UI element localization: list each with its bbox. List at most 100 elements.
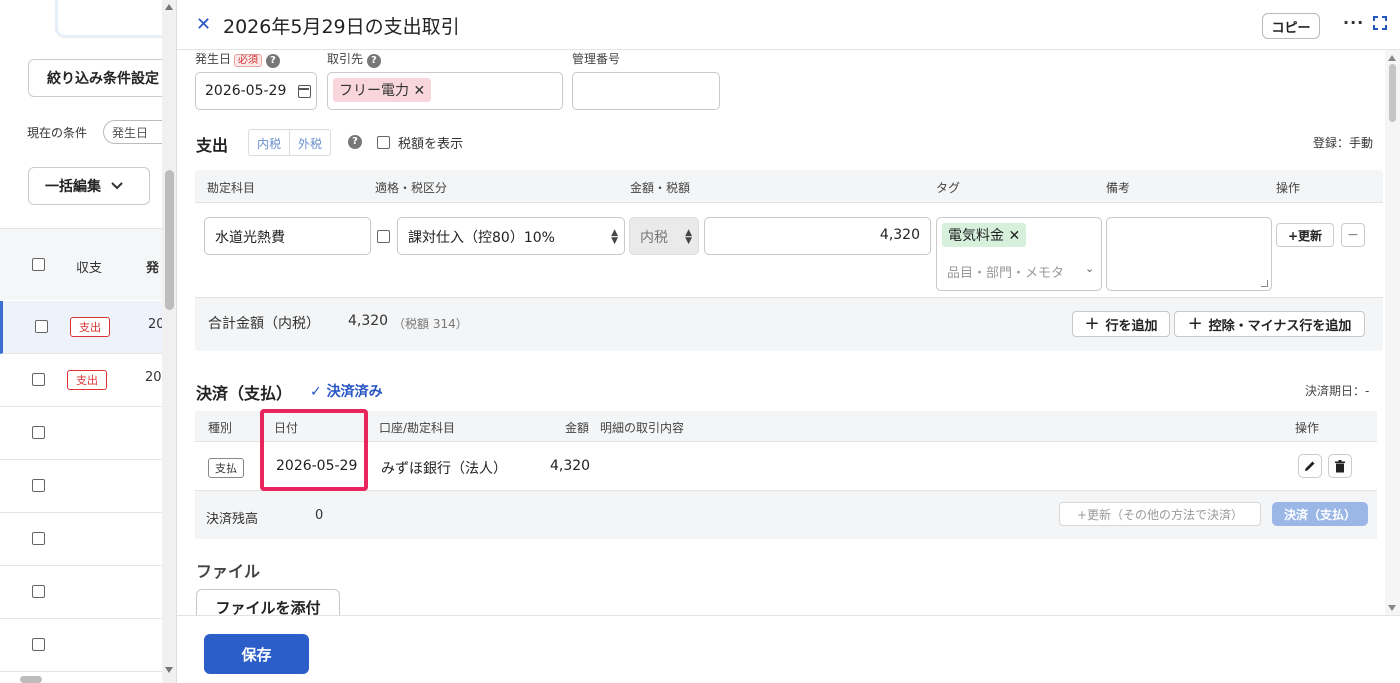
settlement-amount: 4,320	[550, 458, 591, 474]
column-amount: 金額・税額	[630, 181, 691, 195]
required-badge: 必須	[234, 54, 263, 67]
column-tag: タグ	[936, 181, 961, 195]
settled-status: ✓ 決済済み	[310, 381, 383, 401]
add-deduction-row-button[interactable]: + 控除・マイナス行を追加	[1174, 311, 1365, 337]
list-item[interactable]: 支出 20	[0, 354, 176, 407]
column-account: 口座/勘定科目	[379, 421, 456, 435]
date-field-label: 発生日 必須 ?	[195, 50, 280, 68]
partner-label-text: 取引先	[327, 52, 364, 66]
filter-settings-button[interactable]: 絞り込み条件設定	[28, 59, 176, 97]
select-arrows-icon: ▲ ▼	[685, 228, 692, 246]
panel-footer: 保存	[177, 615, 1400, 683]
transaction-detail-panel: ✕ 2026年5月29日の支出取引 コピー ··· 発生日 必須 ? 2026-0…	[177, 0, 1400, 683]
memo-textarea[interactable]	[1106, 217, 1272, 291]
tag-chip-text: 電気料金	[948, 228, 1004, 244]
other-method-settle-button[interactable]: +更新（その他の方法で決済）	[1059, 502, 1261, 526]
horizontal-scroll-thumb[interactable]	[20, 676, 42, 683]
scroll-up-arrow[interactable]	[1388, 55, 1396, 61]
column-kind: 種別	[208, 421, 233, 435]
row-checkbox[interactable]	[32, 373, 45, 386]
list-item[interactable]	[0, 513, 176, 566]
list-item[interactable]: 支出 20	[0, 301, 176, 354]
close-icon[interactable]: ✕	[196, 14, 211, 35]
help-icon[interactable]: ?	[348, 135, 362, 149]
show-tax-label: 税額を表示	[398, 137, 464, 152]
total-label: 合計金額（内税）	[208, 316, 320, 332]
row-checkbox[interactable]	[32, 426, 45, 439]
total-tax: （税額 314）	[393, 317, 468, 331]
expand-icon[interactable]	[1373, 16, 1387, 30]
column-date: 日付	[274, 421, 299, 435]
bulk-edit-button[interactable]: 一括編集	[28, 167, 150, 205]
more-horizontal-icon[interactable]: ···	[1343, 13, 1364, 32]
due-date-label: 決済期日：-	[1305, 384, 1370, 398]
list-header: 収支 発	[0, 228, 176, 300]
edit-settlement-button[interactable]	[1298, 454, 1322, 478]
tag-chip: 電気料金 ✕	[942, 223, 1027, 247]
transaction-list-pane: 絞り込み条件設定 現在の条件 発生日 一括編集 収支 発 支出 20 支出 20	[0, 0, 177, 683]
scroll-up-arrow[interactable]	[165, 4, 173, 10]
row-checkbox[interactable]	[32, 479, 45, 492]
page-title: 2026年5月29日の支出取引	[223, 16, 460, 38]
scroll-down-arrow[interactable]	[165, 667, 173, 673]
add-row-label: 行を追加	[1105, 318, 1158, 334]
tax-exclusive-option[interactable]: 外税	[289, 130, 330, 155]
qualified-checkbox[interactable]	[377, 230, 390, 243]
expense-section-title: 支出	[196, 136, 229, 155]
help-icon[interactable]: ?	[265, 54, 280, 68]
date-input[interactable]: 2026-05-29	[195, 72, 317, 110]
row-checkbox[interactable]	[32, 638, 45, 651]
table-row: 水道光熱費 課対仕入（控80）10% ▲ ▼ 内税 ▲ ▼ 4,320 電気料金 ✕…	[195, 202, 1383, 298]
add-row-button[interactable]: + 行を追加	[1072, 311, 1170, 337]
top-card-fragment	[55, 0, 176, 38]
column-detail: 明細の取引内容	[600, 421, 685, 435]
calendar-icon[interactable]	[298, 85, 311, 98]
scroll-thumb[interactable]	[1389, 64, 1396, 122]
row-checkbox[interactable]	[35, 320, 48, 333]
show-tax-checkbox[interactable]	[377, 136, 390, 149]
tax-inclusive-option[interactable]: 内税	[249, 130, 289, 155]
partner-input[interactable]: フリー電力 ✕	[327, 72, 563, 110]
row-checkbox[interactable]	[32, 532, 45, 545]
remove-tag-icon[interactable]: ✕	[413, 83, 425, 99]
current-condition-label: 現在の条件	[27, 126, 88, 140]
management-number-input[interactable]	[572, 72, 720, 110]
delete-settlement-button[interactable]	[1328, 454, 1352, 478]
settle-payment-button[interactable]: 決済（支払）	[1272, 502, 1368, 526]
row-update-button[interactable]: +更新	[1276, 223, 1334, 247]
list-item[interactable]	[0, 619, 176, 672]
remove-row-button[interactable]: −	[1341, 223, 1365, 247]
scroll-thumb[interactable]	[165, 170, 174, 310]
save-button[interactable]: 保存	[204, 634, 309, 674]
help-icon[interactable]: ?	[366, 54, 381, 68]
list-item[interactable]	[0, 407, 176, 460]
scroll-down-arrow[interactable]	[1388, 605, 1396, 611]
settlement-account: みずほ銀行（法人）	[381, 461, 507, 477]
select-arrows-icon: ▲ ▼	[611, 228, 618, 246]
tax-mode-select[interactable]: 内税 ▲ ▼	[629, 217, 699, 255]
balance-value: 0	[315, 508, 324, 523]
column-date: 発	[146, 261, 160, 276]
tax-category-value: 課対仕入（控80）10%	[408, 230, 555, 246]
show-tax-toggle[interactable]: 税額を表示	[377, 133, 463, 152]
row-checkbox[interactable]	[32, 585, 45, 598]
copy-label: コピー	[1271, 20, 1311, 36]
select-all-checkbox[interactable]	[32, 258, 45, 271]
add-deduction-label: 控除・マイナス行を追加	[1208, 318, 1352, 334]
tax-category-select[interactable]: 課対仕入（控80）10% ▲ ▼	[397, 217, 625, 255]
panel-scrollbar[interactable]	[1385, 50, 1400, 615]
copy-button[interactable]: コピー	[1262, 13, 1320, 39]
list-item[interactable]	[0, 460, 176, 513]
account-input[interactable]: 水道光熱費	[204, 217, 371, 255]
row-date: 20	[145, 370, 162, 385]
list-item[interactable]	[0, 566, 176, 619]
chevron-down-icon[interactable]: ⌄	[1085, 262, 1094, 275]
remove-tag-icon[interactable]: ✕	[1008, 228, 1020, 244]
tag-input[interactable]: 電気料金 ✕ 品目・部門・メモタ ⌄	[936, 217, 1102, 291]
amount-input[interactable]: 4,320	[704, 217, 931, 255]
column-action: 操作	[1295, 421, 1320, 435]
expense-table: 勘定科目 適格・税区分 金額・税額 タグ 備考 操作 水道光熱費 課対仕入（控8…	[195, 170, 1383, 351]
list-scrollbar[interactable]	[162, 0, 176, 683]
tax-mode-toggle[interactable]: 内税 外税	[248, 129, 332, 156]
tax-mode-value: 内税	[640, 230, 668, 246]
